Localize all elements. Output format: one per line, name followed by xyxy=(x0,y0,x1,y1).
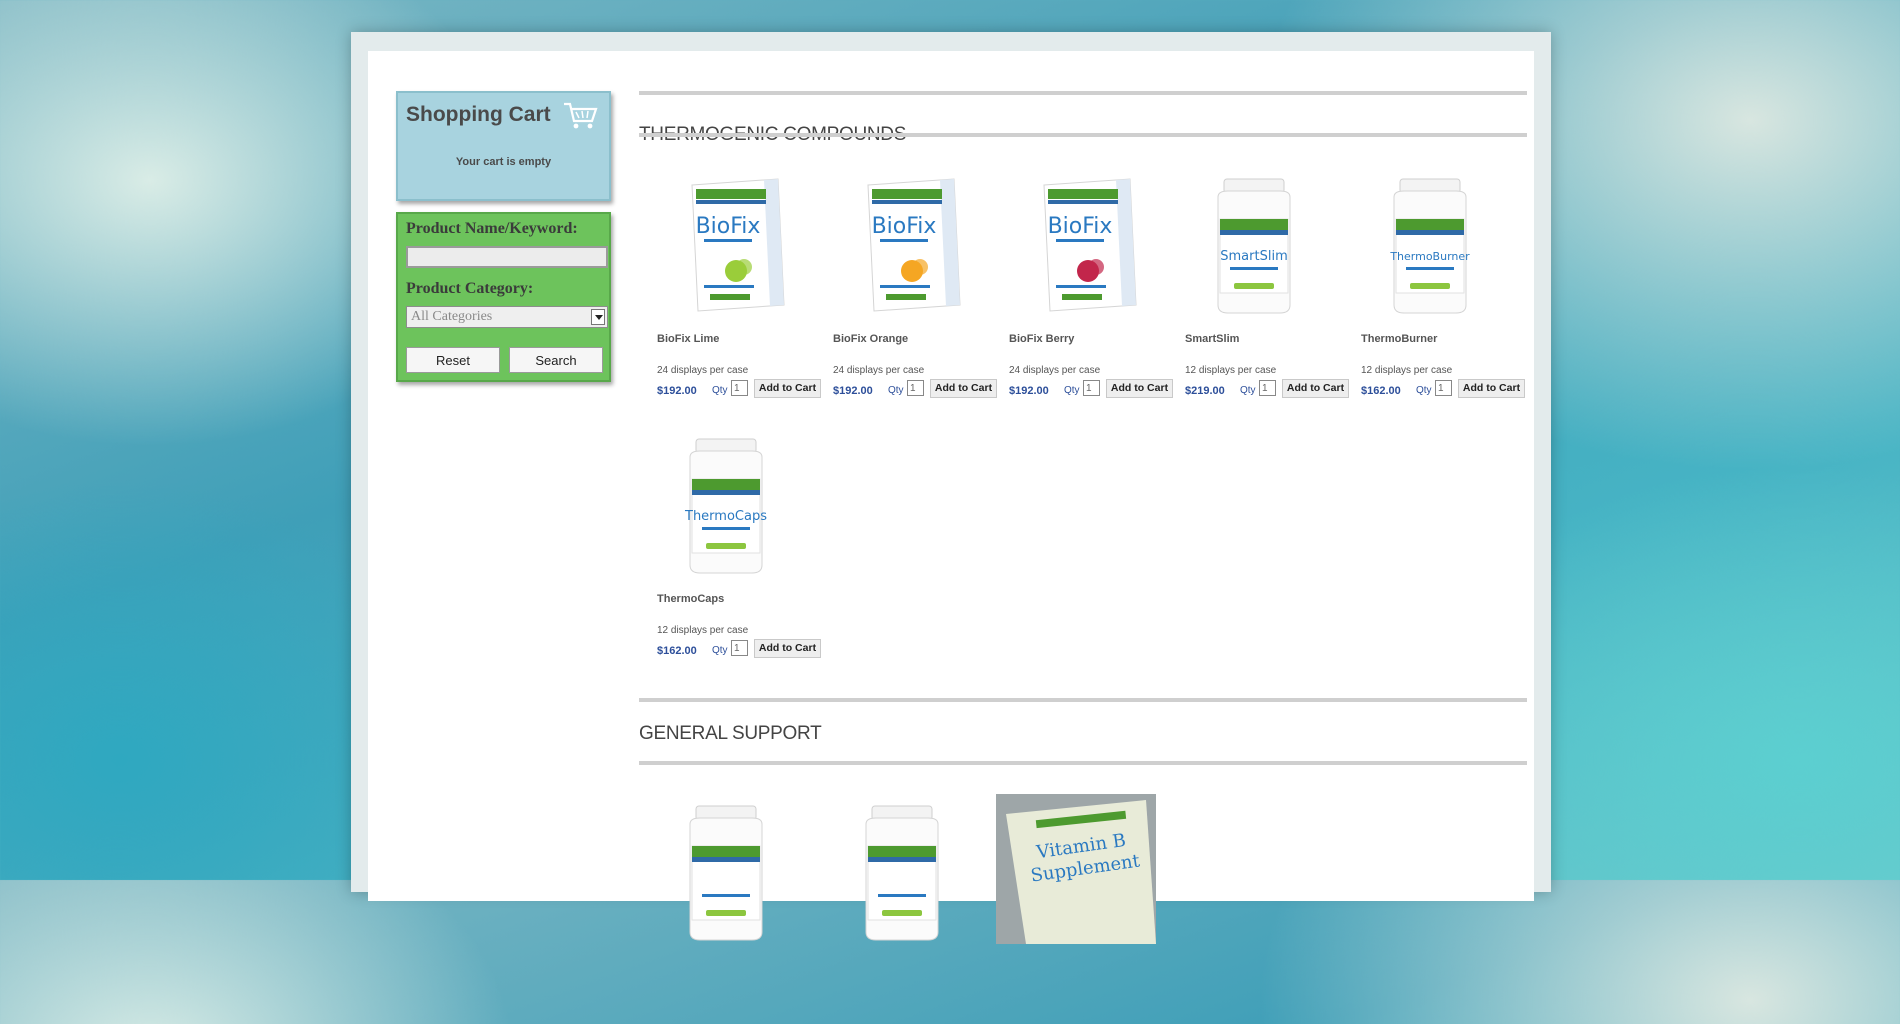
section-divider xyxy=(639,698,1527,702)
add-to-cart-button[interactable]: Add to Cart xyxy=(754,639,821,658)
cart-title: Shopping Cart xyxy=(406,103,551,126)
qty-input[interactable] xyxy=(1435,380,1452,396)
product-card: BioFix BioFix Lime 24 displays per case $19… xyxy=(644,167,821,398)
product-search-widget: Product Name/Keyword: Product Category: … xyxy=(396,212,611,382)
product-card: Vitamin B Supplement xyxy=(996,794,1166,1024)
product-image[interactable]: ThermoCaps xyxy=(644,427,804,577)
add-to-cart-button[interactable]: Add to Cart xyxy=(754,379,821,398)
product-name[interactable]: BioFix Berry xyxy=(1009,333,1074,345)
qty-label: Qty xyxy=(1240,385,1256,396)
product-price: $192.00 xyxy=(833,385,873,397)
section-divider xyxy=(639,761,1527,765)
add-to-cart-button[interactable]: Add to Cart xyxy=(1106,379,1173,398)
svg-text:BioFix: BioFix xyxy=(872,214,937,239)
product-card: ThermoCaps ThermoCaps 12 displays per case… xyxy=(644,427,821,658)
qty-input[interactable] xyxy=(907,380,924,396)
svg-text:BioFix: BioFix xyxy=(1048,214,1113,239)
product-price: $162.00 xyxy=(657,645,697,657)
product-image[interactable]: BioFix xyxy=(996,167,1156,317)
product-card: SmartSlim SmartSlim 12 displays per case $2… xyxy=(1172,167,1349,398)
product-card: ThermoBurner ThermoBurner 12 displays per … xyxy=(1348,167,1525,398)
svg-text:ThermoCaps: ThermoCaps xyxy=(684,509,767,524)
section-title-general-support: GENERAL SUPPORT xyxy=(639,723,822,744)
cart-icon[interactable] xyxy=(563,101,599,131)
qty-input[interactable] xyxy=(1083,380,1100,396)
qty-label: Qty xyxy=(1416,385,1432,396)
product-name[interactable]: BioFix Orange xyxy=(833,333,908,345)
qty-label: Qty xyxy=(712,645,728,656)
product-price: $219.00 xyxy=(1185,385,1225,397)
product-price: $192.00 xyxy=(657,385,697,397)
product-case-info: 24 displays per case xyxy=(657,365,749,376)
add-to-cart-button[interactable]: Add to Cart xyxy=(1282,379,1349,398)
search-button[interactable]: Search xyxy=(509,347,603,373)
product-card xyxy=(820,794,990,1024)
qty-input[interactable] xyxy=(731,640,748,656)
svg-text:ThermoBurner: ThermoBurner xyxy=(1389,250,1470,263)
product-card: BioFix BioFix Berry 24 displays per case $1… xyxy=(996,167,1173,398)
page-content: Shopping Cart Your cart is empty Product… xyxy=(368,51,1534,944)
reset-button[interactable]: Reset xyxy=(406,347,500,373)
product-card: BioFix BioFix Orange 24 displays per case $… xyxy=(820,167,997,398)
product-price: $192.00 xyxy=(1009,385,1049,397)
product-name[interactable]: SmartSlim xyxy=(1185,333,1239,345)
keyword-input[interactable] xyxy=(406,246,608,268)
qty-input[interactable] xyxy=(731,380,748,396)
shopping-cart-widget: Shopping Cart Your cart is empty xyxy=(396,91,611,201)
product-name[interactable]: ThermoBurner xyxy=(1361,333,1437,345)
page-frame: Shopping Cart Your cart is empty Product… xyxy=(351,32,1551,944)
section-divider xyxy=(639,91,1527,95)
product-card xyxy=(644,794,814,1024)
product-case-info: 12 displays per case xyxy=(1185,365,1277,376)
category-select[interactable]: All Categories xyxy=(406,306,608,328)
section-divider xyxy=(639,133,1527,137)
qty-label: Qty xyxy=(1064,385,1080,396)
category-selected-value: All Categories xyxy=(411,309,493,324)
product-image[interactable] xyxy=(644,794,804,944)
product-name[interactable]: BioFix Lime xyxy=(657,333,719,345)
qty-label: Qty xyxy=(888,385,904,396)
product-case-info: 24 displays per case xyxy=(1009,365,1101,376)
cart-status: Your cart is empty xyxy=(455,156,552,168)
product-name[interactable]: ThermoCaps xyxy=(657,593,724,605)
chevron-down-icon[interactable] xyxy=(591,309,605,325)
product-case-info: 24 displays per case xyxy=(833,365,925,376)
product-image[interactable]: Vitamin B Supplement xyxy=(996,794,1156,944)
product-case-info: 12 displays per case xyxy=(1361,365,1453,376)
product-image[interactable]: BioFix xyxy=(644,167,804,317)
qty-input[interactable] xyxy=(1259,380,1276,396)
svg-text:SmartSlim: SmartSlim xyxy=(1220,249,1287,264)
keyword-label: Product Name/Keyword: xyxy=(406,220,578,237)
product-image[interactable]: ThermoBurner xyxy=(1348,167,1508,317)
product-image[interactable]: SmartSlim xyxy=(1172,167,1332,317)
category-label: Product Category: xyxy=(406,280,534,297)
qty-label: Qty xyxy=(712,385,728,396)
add-to-cart-button[interactable]: Add to Cart xyxy=(930,379,997,398)
product-price: $162.00 xyxy=(1361,385,1401,397)
product-image[interactable]: BioFix xyxy=(820,167,980,317)
product-image[interactable] xyxy=(820,794,980,944)
product-case-info: 12 displays per case xyxy=(657,625,749,636)
svg-text:BioFix: BioFix xyxy=(696,214,761,239)
add-to-cart-button[interactable]: Add to Cart xyxy=(1458,379,1525,398)
